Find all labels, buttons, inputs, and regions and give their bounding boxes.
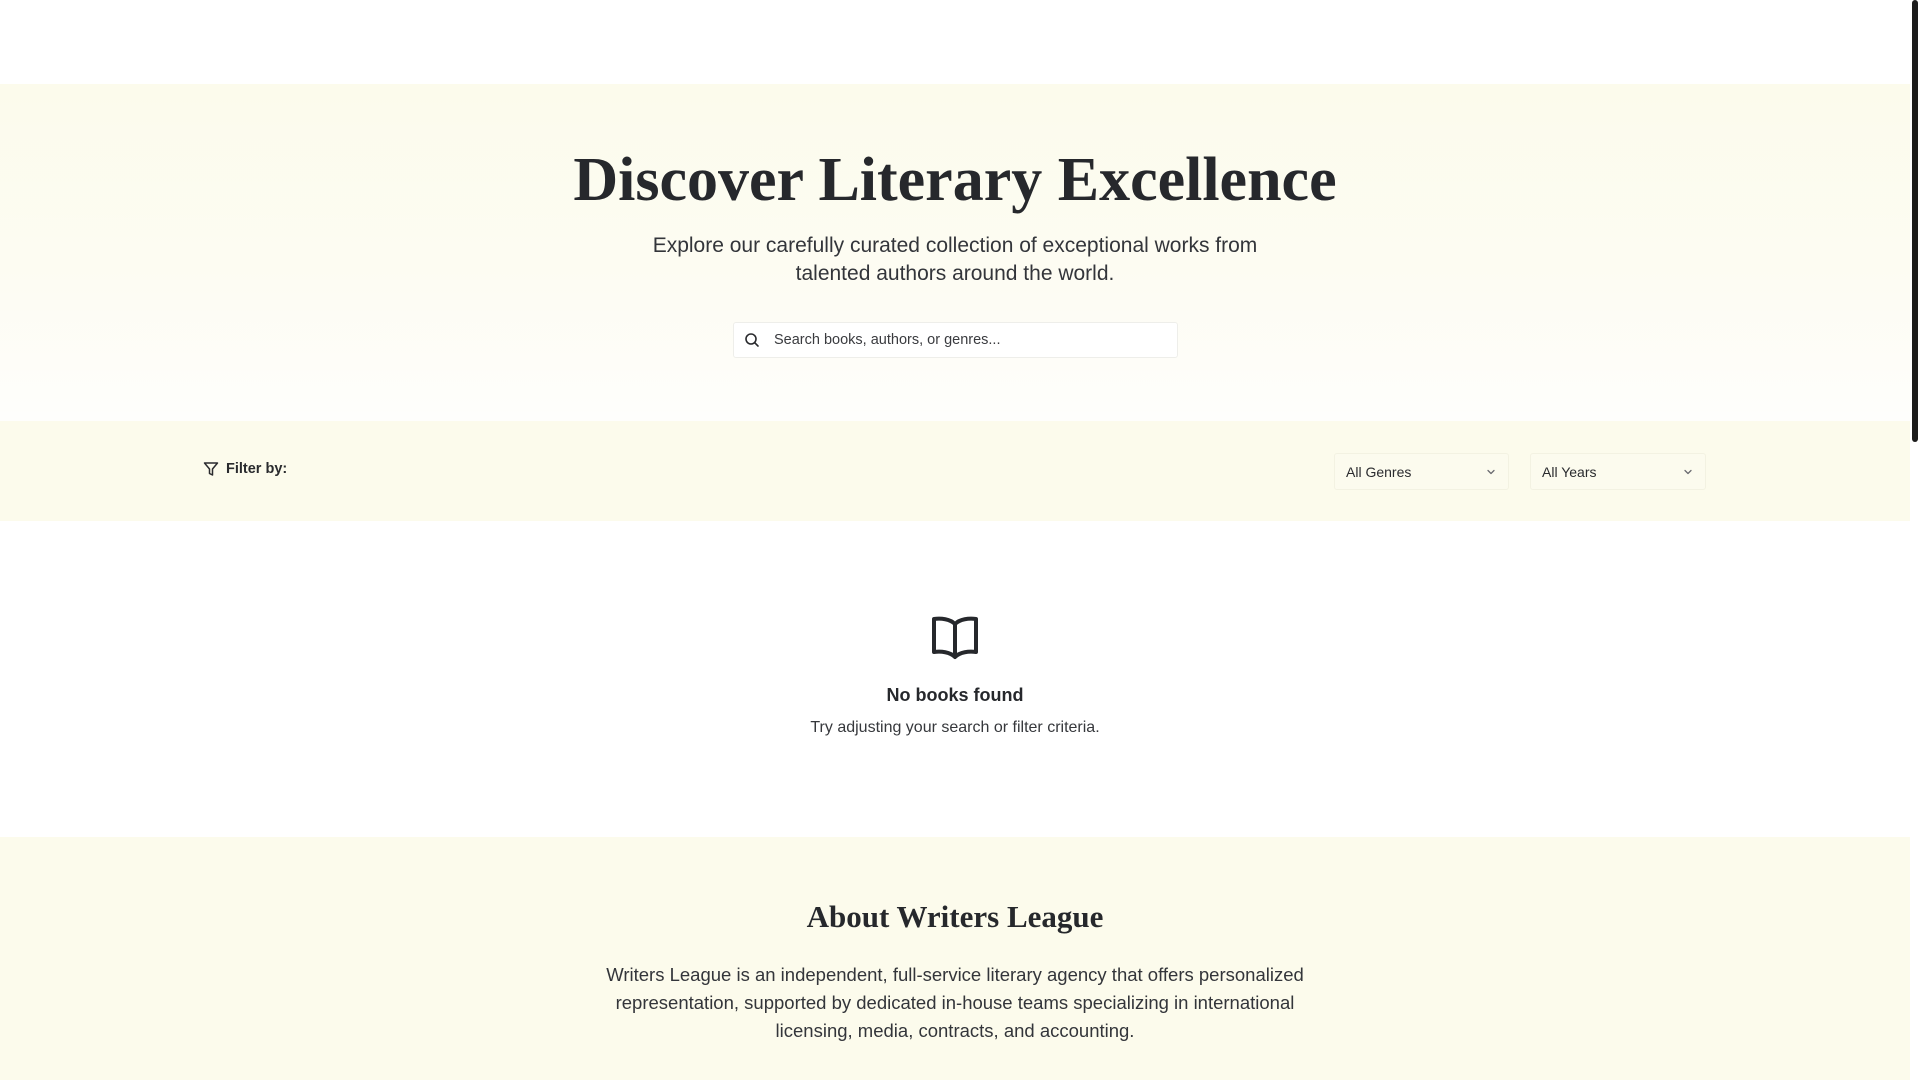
about-title: About Writers League [806,899,1104,934]
genre-select[interactable]: All Genres [1334,453,1509,490]
chevron-down-icon [1682,466,1694,478]
filter-label: Filter by: [226,461,288,477]
genre-select-value: All Genres [1346,463,1412,480]
filter-bar: Filter by: All Genres All Years [0,421,1910,521]
hero-subtitle: Explore our carefully curated collection… [652,234,1258,285]
year-select-value: All Years [1542,463,1597,480]
search-input[interactable] [774,332,1154,348]
empty-state-title: No books found [886,685,1024,705]
filter-icon [203,461,219,477]
search-box[interactable] [733,322,1178,358]
hero-section: Discover Literary Excellence Explore our… [0,84,1910,421]
search-icon [744,332,760,348]
scrollbar-thumb[interactable] [1912,0,1918,442]
year-select[interactable]: All Years [1530,453,1706,490]
scrollbar[interactable] [1910,0,1920,1080]
about-text: Writers League is an independent, full-s… [606,964,1304,1041]
chevron-down-icon [1485,466,1497,478]
page: Discover Literary Excellence Explore our… [0,0,1910,1080]
about-section: About Writers League Writers League is a… [0,837,1910,1080]
top-bar [0,0,1910,84]
open-book-icon [931,614,979,660]
empty-state: No books found Try adjusting your search… [0,521,1910,837]
hero-title: Discover Literary Excellence [573,146,1337,214]
filter-label-group: Filter by: [203,461,287,477]
empty-state-message: Try adjusting your search or filter crit… [810,719,1100,736]
